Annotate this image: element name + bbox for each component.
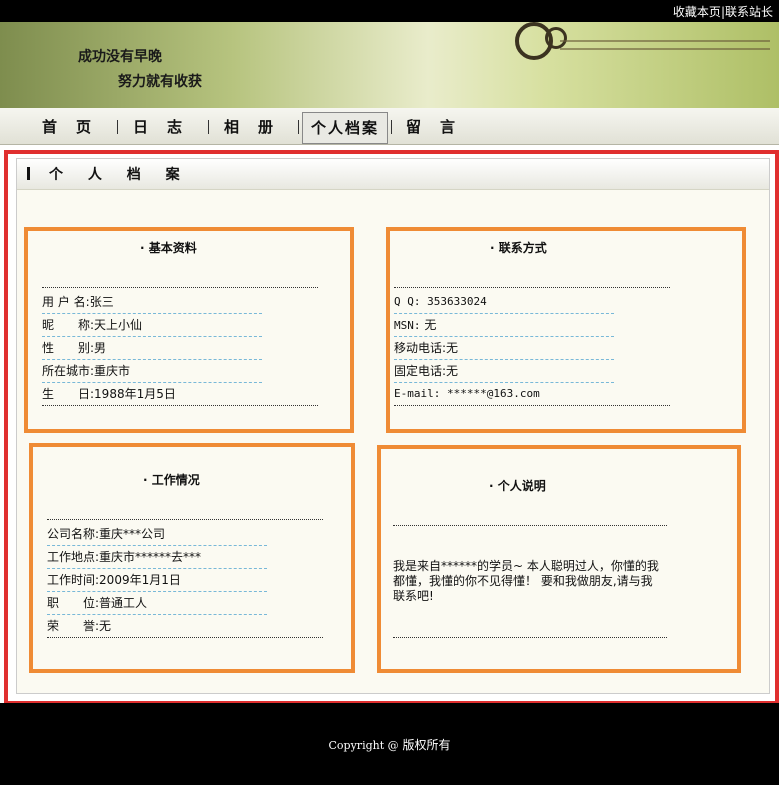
nav-separator	[117, 120, 118, 134]
row-label: 移动电话:	[394, 341, 447, 355]
card-divider	[393, 525, 667, 526]
work-row-company: 公司名称:重庆***公司	[47, 523, 267, 546]
nav-separator	[391, 120, 392, 134]
row-value: 重庆市	[94, 364, 131, 378]
contact-card: · 联系方式 Q Q: 353633024 MSN: 无 移动电话:无 固定电话…	[386, 227, 746, 433]
nav-separator	[298, 120, 299, 134]
basic-row-gender: 性 别:男	[42, 337, 262, 360]
work-row-honor: 荣 誉:无	[47, 615, 323, 638]
row-label: Q Q:	[394, 295, 421, 308]
basic-row-city: 所在城市:重庆市	[42, 360, 262, 383]
row-value: 张三	[89, 295, 114, 309]
row-value: 普通工人	[99, 596, 148, 610]
nav-guestbook[interactable]: 留 言	[406, 115, 457, 139]
basic-info-card: · 基本资料 用 户 名:张三 昵 称:天上小仙 性 别:男 所在城市:重庆市 …	[24, 227, 354, 433]
top-links: 收藏本页|联系站长	[673, 3, 773, 20]
basic-row-birthday: 生 日:1988年1月5日	[42, 383, 318, 406]
profile-panel-body: 个 人 档 案 · 基本资料 用 户 名:张三 昵 称:天上小仙 性 别:男 所…	[16, 158, 770, 694]
row-label: 职 位:	[47, 596, 100, 610]
work-row-start-date: 工作时间:2009年1月1日	[47, 569, 267, 592]
nav-blog[interactable]: 日 志	[133, 115, 184, 139]
basic-info-title: · 基本资料	[140, 241, 197, 255]
row-value: 无	[446, 341, 459, 355]
card-divider	[47, 519, 323, 520]
slogan-line-1: 成功没有早晚	[78, 49, 162, 65]
row-label: 荣 誉:	[47, 619, 100, 633]
row-value: 无	[99, 619, 112, 633]
row-label: 昵 称:	[42, 318, 95, 332]
card-divider	[394, 287, 670, 288]
card-divider	[42, 287, 318, 288]
row-value: 1988年1月5日	[94, 387, 176, 401]
contact-row-mobile: 移动电话:无	[394, 337, 614, 360]
row-value: 重庆市******去***	[99, 550, 202, 564]
row-value: 353633024	[427, 295, 487, 308]
basic-row-nickname: 昵 称:天上小仙	[42, 314, 262, 337]
card-divider	[393, 637, 667, 638]
nav-profile[interactable]: 个人档案	[302, 112, 389, 144]
about-text: 我是来自******的学员~ 本人聪明过人，你懂的我都懂，我懂的你不见得懂！ 要…	[393, 559, 659, 603]
row-value: 2009年1月1日	[99, 573, 181, 587]
contact-row-phone: 固定电话:无	[394, 360, 614, 383]
work-title: · 工作情况	[143, 473, 200, 487]
copyright-en: Copyright @	[328, 739, 399, 752]
row-label: 工作时间:	[47, 573, 100, 587]
row-label: 所在城市:	[42, 364, 95, 378]
bookmark-link[interactable]: 收藏本页	[673, 5, 721, 19]
header-banner: 成功没有早晚 努力就有收获	[0, 22, 779, 108]
row-value: 无	[446, 364, 459, 378]
row-label: 用 户 名:	[42, 295, 90, 309]
row-label: 性 别:	[42, 341, 95, 355]
contact-admin-link[interactable]: 联系站长	[725, 5, 773, 19]
work-row-location: 工作地点:重庆市******去***	[47, 546, 267, 569]
work-row-position: 职 位:普通工人	[47, 592, 267, 615]
profile-panel: 个 人 档 案 · 基本资料 用 户 名:张三 昵 称:天上小仙 性 别:男 所…	[4, 150, 779, 705]
row-value: 天上小仙	[94, 318, 143, 332]
row-label: MSN:	[394, 319, 421, 332]
row-label: 固定电话:	[394, 364, 447, 378]
basic-row-username: 用 户 名:张三	[42, 291, 262, 314]
main-nav: 首 页 日 志 相 册 个人档案 留 言	[0, 108, 779, 145]
copyright-cn: 版权所有	[398, 738, 451, 752]
nav-album[interactable]: 相 册	[224, 115, 275, 139]
row-value: 男	[94, 341, 107, 355]
row-value: 无	[424, 318, 437, 332]
top-bar: 收藏本页|联系站长	[0, 0, 779, 22]
nav-home[interactable]: 首 页	[42, 115, 93, 139]
footer: Copyright @ 版权所有	[0, 703, 779, 785]
about-title: · 个人说明	[489, 479, 546, 493]
row-label: 生 日:	[42, 387, 95, 401]
row-label: 工作地点:	[47, 550, 100, 564]
contact-row-email: E-mail: ******@163.com	[394, 383, 670, 406]
work-card: · 工作情况 公司名称:重庆***公司 工作地点:重庆市******去*** 工…	[29, 443, 355, 673]
row-label: 公司名称:	[47, 527, 100, 541]
contact-row-qq: Q Q: 353633024	[394, 291, 614, 314]
row-value: ******@163.com	[446, 387, 540, 400]
row-value: 重庆***公司	[99, 527, 166, 541]
contact-row-msn: MSN: 无	[394, 314, 614, 337]
panel-header-bar	[27, 167, 30, 180]
nav-separator	[208, 120, 209, 134]
copyright: Copyright @ 版权所有	[0, 736, 779, 753]
contact-title: · 联系方式	[490, 241, 547, 255]
panel-title: 个 人 档 案	[49, 167, 190, 183]
about-card: · 个人说明 我是来自******的学员~ 本人聪明过人，你懂的我都懂，我懂的你…	[377, 445, 741, 673]
panel-header: 个 人 档 案	[17, 159, 769, 190]
row-label: E-mail:	[394, 387, 441, 400]
banner-rail	[560, 40, 770, 50]
slogan-line-2: 努力就有收获	[118, 74, 202, 90]
